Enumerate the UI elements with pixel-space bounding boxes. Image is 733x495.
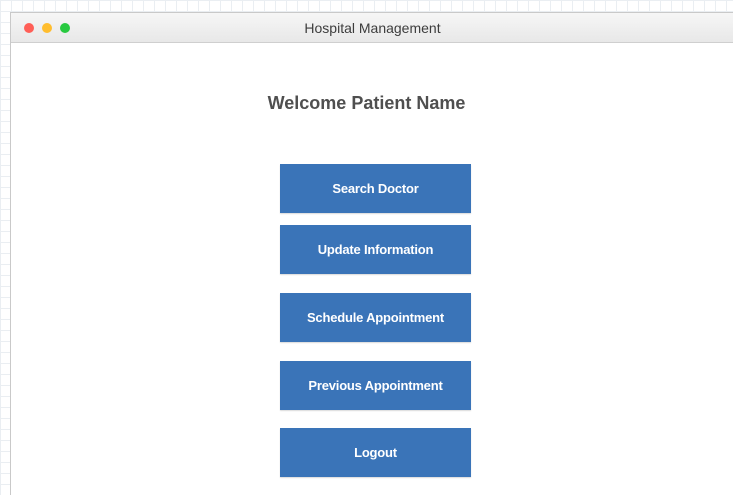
search-doctor-button[interactable]: Search Doctor — [280, 164, 471, 213]
window-title: Hospital Management — [304, 20, 441, 36]
logout-button[interactable]: Logout — [280, 428, 471, 477]
welcome-heading: Welcome Patient Name — [267, 93, 466, 113]
schedule-appointment-button[interactable]: Schedule Appointment — [280, 293, 471, 342]
update-information-button[interactable]: Update Information — [280, 225, 471, 274]
window-titlebar: Hospital Management — [11, 13, 733, 43]
previous-appointment-button[interactable]: Previous Appointment — [280, 361, 471, 410]
